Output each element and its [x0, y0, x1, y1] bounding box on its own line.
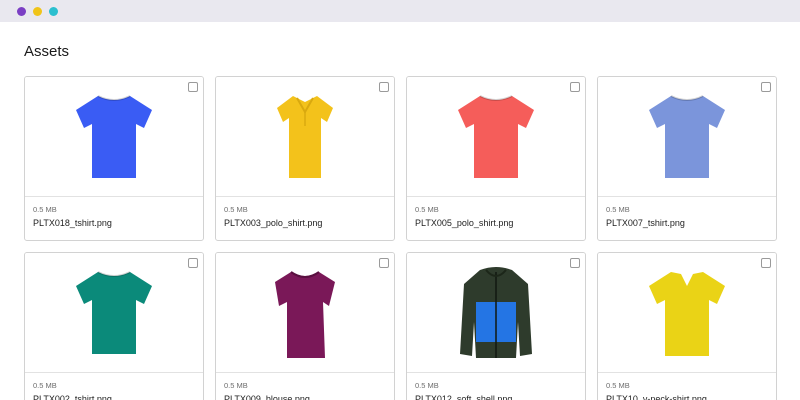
asset-file-name[interactable]: PLTX005_polo_shirt.png — [415, 218, 513, 228]
asset-file-size: 0.5 MB — [606, 205, 630, 214]
asset-file-name[interactable]: PLTX003_polo_shirt.png — [224, 218, 322, 228]
soft-shell-jacket-icon — [460, 267, 532, 358]
asset-file-name[interactable]: PLTX012_soft_shell.png — [415, 394, 512, 400]
asset-card[interactable]: 0.5 MB PLTX002_tshirt.png — [24, 252, 204, 400]
asset-select-checkbox[interactable] — [188, 82, 198, 92]
asset-thumbnail[interactable] — [407, 77, 585, 195]
purple-blouse-icon — [275, 271, 335, 358]
asset-thumbnail[interactable] — [25, 77, 203, 195]
asset-select-checkbox[interactable] — [188, 258, 198, 268]
asset-select-checkbox[interactable] — [761, 82, 771, 92]
asset-thumbnail[interactable] — [407, 253, 585, 371]
asset-thumbnail[interactable] — [25, 253, 203, 371]
asset-file-name[interactable]: PLTX018_tshirt.png — [33, 218, 112, 228]
yellow-polo-shirt-icon — [277, 96, 333, 178]
asset-select-checkbox[interactable] — [570, 82, 580, 92]
asset-select-checkbox[interactable] — [379, 258, 389, 268]
asset-card[interactable]: 0.5 MB PLTX10_v-neck-shirt.png — [597, 252, 777, 400]
teal-tshirt-icon — [76, 271, 152, 354]
asset-card[interactable]: 0.5 MB PLTX007_tshirt.png — [597, 76, 777, 241]
asset-select-checkbox[interactable] — [761, 258, 771, 268]
page-title: Assets — [24, 43, 70, 60]
window-dot-purple[interactable] — [17, 7, 26, 16]
asset-file-size: 0.5 MB — [606, 381, 630, 390]
asset-thumbnail[interactable] — [598, 77, 776, 195]
asset-thumbnail[interactable] — [216, 253, 394, 371]
light-blue-tshirt-icon — [649, 95, 725, 178]
asset-file-size: 0.5 MB — [224, 205, 248, 214]
asset-file-size: 0.5 MB — [224, 381, 248, 390]
asset-card[interactable]: 0.5 MB PLTX012_soft_shell.png — [406, 252, 586, 400]
card-divider — [25, 196, 203, 197]
window-titlebar — [0, 0, 800, 22]
yellow-v-neck-shirt-icon — [649, 272, 725, 356]
card-divider — [598, 196, 776, 197]
red-polo-shirt-icon — [458, 95, 534, 178]
card-divider — [216, 372, 394, 373]
card-divider — [216, 196, 394, 197]
window-dot-yellow[interactable] — [33, 7, 42, 16]
asset-thumbnail[interactable] — [216, 77, 394, 195]
card-divider — [598, 372, 776, 373]
window-dot-cyan[interactable] — [49, 7, 58, 16]
asset-file-name[interactable]: PLTX009_blouse.png — [224, 394, 310, 400]
asset-select-checkbox[interactable] — [379, 82, 389, 92]
asset-card[interactable]: 0.5 MB PLTX005_polo_shirt.png — [406, 76, 586, 241]
asset-file-size: 0.5 MB — [33, 381, 57, 390]
blue-tshirt-icon — [76, 95, 152, 178]
asset-file-name[interactable]: PLTX002_tshirt.png — [33, 394, 112, 400]
asset-file-size: 0.5 MB — [33, 205, 57, 214]
asset-file-size: 0.5 MB — [415, 205, 439, 214]
card-divider — [407, 196, 585, 197]
asset-thumbnail[interactable] — [598, 253, 776, 371]
asset-card[interactable]: 0.5 MB PLTX009_blouse.png — [215, 252, 395, 400]
card-divider — [25, 372, 203, 373]
asset-select-checkbox[interactable] — [570, 258, 580, 268]
asset-file-name[interactable]: PLTX007_tshirt.png — [606, 218, 685, 228]
asset-card[interactable]: 0.5 MB PLTX018_tshirt.png — [24, 76, 204, 241]
asset-file-size: 0.5 MB — [415, 381, 439, 390]
card-divider — [407, 372, 585, 373]
asset-file-name[interactable]: PLTX10_v-neck-shirt.png — [606, 394, 707, 400]
asset-card[interactable]: 0.5 MB PLTX003_polo_shirt.png — [215, 76, 395, 241]
